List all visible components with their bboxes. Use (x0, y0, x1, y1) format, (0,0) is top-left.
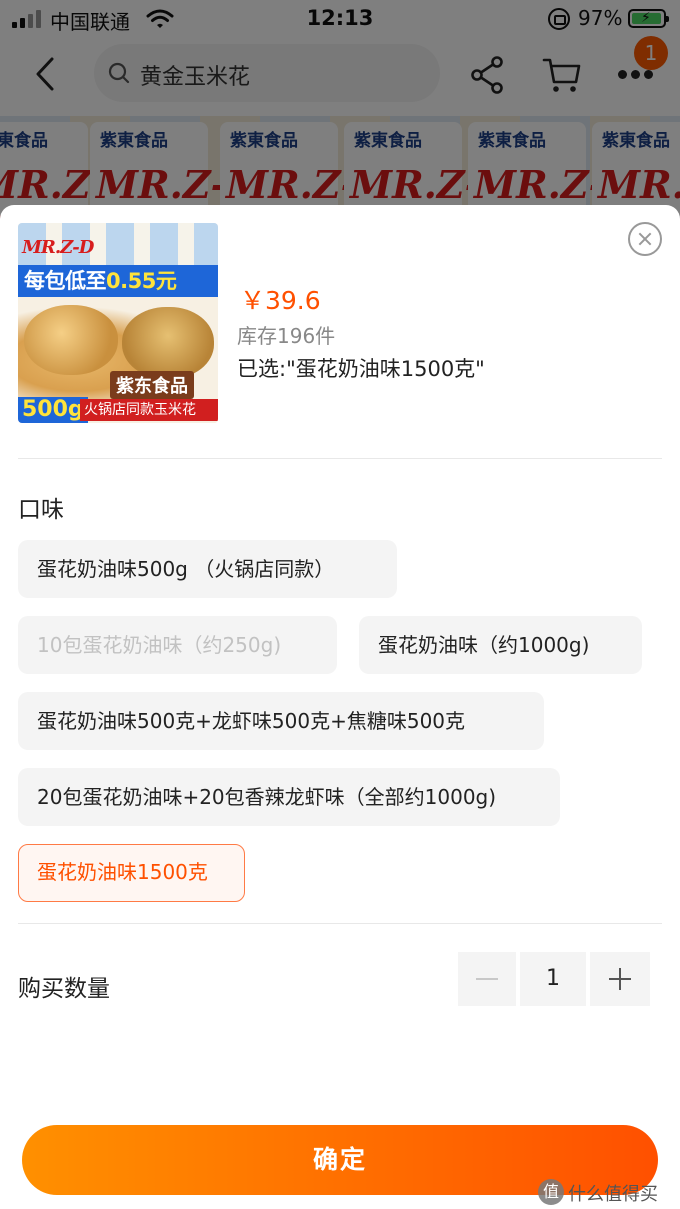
selected-variant: 已选:"蛋花奶油味1500克" (237, 357, 485, 381)
watermark: 值 什么值得买 (538, 1177, 680, 1209)
divider (18, 458, 662, 459)
quantity-label: 购买数量 (18, 976, 110, 1002)
flavor-option[interactable]: 蛋花奶油味（约1000g) (359, 616, 642, 674)
watermark-logo-icon: 值 (538, 1179, 564, 1205)
flavor-option[interactable]: 蛋花奶油味500g （火锅店同款） (18, 540, 397, 598)
thumb-promo-prefix: 每包低至 (24, 269, 107, 293)
close-icon[interactable] (628, 222, 662, 256)
flavor-option-selected[interactable]: 蛋花奶油味1500克 (18, 844, 245, 902)
product-price: ￥39.6 (240, 286, 321, 315)
sku-sheet: MR.Z-D 每包低至0.55元 紫东食品 500g 火锅店同款玉米花 ￥39.… (0, 205, 680, 1209)
thumb-logo: MR.Z-D (22, 237, 94, 258)
watermark-text: 什么值得买 (568, 1184, 658, 1205)
thumb-promo-price: 0.55元 (106, 269, 177, 293)
flavor-option[interactable]: 20包蛋花奶油味+20包香辣龙虾味（全部约1000g) (18, 768, 560, 826)
quantity-increment-button[interactable] (590, 952, 650, 1006)
thumb-weight: 500g (18, 397, 88, 423)
quantity-decrement-button[interactable] (458, 952, 516, 1006)
stock-count: 库存196件 (237, 324, 336, 348)
thumb-promo-strip: 每包低至0.55元 (18, 265, 218, 297)
divider (18, 923, 662, 924)
flavor-option-disabled: 10包蛋花奶油味（约250g) (18, 616, 337, 674)
flavor-section-title: 口味 (18, 497, 64, 523)
quantity-input[interactable]: 1 (520, 952, 586, 1006)
thumb-subtitle: 火锅店同款玉米花 (80, 399, 218, 421)
product-thumbnail: MR.Z-D 每包低至0.55元 紫东食品 500g 火锅店同款玉米花 (18, 223, 218, 423)
thumb-brand: 紫东食品 (110, 371, 194, 399)
flavor-option[interactable]: 蛋花奶油味500克+龙虾味500克+焦糖味500克 (18, 692, 544, 750)
